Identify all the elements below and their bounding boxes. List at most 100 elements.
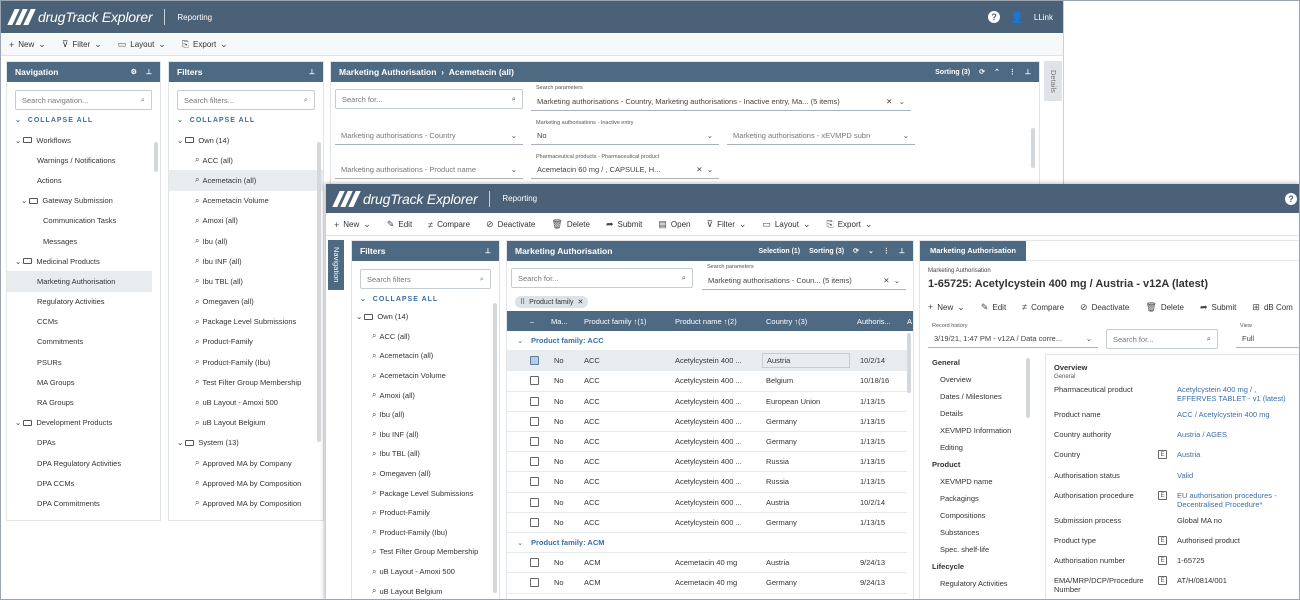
field-value[interactable]: ACC / Acetylcystein 400 mg [1177, 410, 1297, 419]
user-name[interactable]: LLink [1034, 13, 1053, 22]
row-checkbox[interactable] [530, 558, 539, 568]
filter-item[interactable]: ⌕ Acemetacin Volume [169, 191, 323, 211]
table-row[interactable]: No ACC Acetylcystein 400 ... Belgium 10/18/1… [507, 371, 907, 392]
sorting-button[interactable]: Sorting (3) [935, 69, 970, 76]
record-history-select[interactable]: 3/19/21, 1:47 PM - v12A / Data corre... ⌄ [928, 328, 1098, 348]
side-item[interactable]: Editing [940, 443, 963, 452]
row-checkbox[interactable] [530, 416, 539, 426]
col-header[interactable]: Product family ↑(1) [584, 317, 647, 326]
nav-item[interactable]: Warnings / Notifications [7, 150, 152, 170]
row-checkbox[interactable] [530, 437, 539, 447]
filter-item[interactable]: ⌕ Ibu TBL (all) [352, 444, 499, 464]
row-checkbox[interactable] [530, 396, 539, 406]
filter-item[interactable]: ⌕ Test Filter Group Membership [169, 372, 323, 392]
filter-item[interactable]: ⌕ uB Layout - Amoxi 500 [169, 392, 323, 412]
row-checkbox[interactable] [530, 376, 539, 386]
search-params-select[interactable]: Marketing authorisations - Country, Mark… [531, 91, 911, 111]
nav-item[interactable]: PSURs [7, 352, 152, 372]
grid-scrollbar[interactable] [907, 333, 911, 393]
nav-item[interactable]: Commitments [7, 332, 152, 352]
grid-search-input[interactable]: Search for... ⌕ [511, 268, 693, 288]
deactivate-button[interactable]: ⊘ Deactivate [1072, 302, 1137, 313]
row-checkbox[interactable] [530, 477, 539, 487]
collapse-all-button[interactable]: ⌄ COLLAPSE ALL [7, 116, 160, 124]
filter-chip[interactable]: ⠿ Product family ✕ [515, 296, 589, 308]
table-row[interactable]: No ACM Acemetacin 40 mg Germany 9/24/13 [507, 573, 907, 594]
filter-item[interactable]: ⌕ Package Level Submissions [352, 483, 499, 503]
filter-scrollbar[interactable] [317, 142, 321, 442]
col-header[interactable]: Authoris... [857, 317, 891, 326]
refresh-icon[interactable]: ⟳ [979, 68, 985, 76]
nav-item[interactable]: Communication Tasks [7, 211, 152, 231]
field-value[interactable]: Austria [1177, 450, 1297, 459]
side-item[interactable]: Compositions [940, 511, 985, 520]
open-button[interactable]: ▤ Open [650, 219, 698, 230]
db-compare-button[interactable]: ⊞ dB Com [1244, 302, 1299, 313]
details-tab[interactable]: Details [1044, 61, 1062, 101]
user-icon[interactable]: 👤 [1010, 11, 1024, 24]
refresh-icon[interactable]: ⟳ [853, 247, 859, 255]
pin-icon[interactable]: ⊥ [1025, 68, 1031, 76]
row-checkbox[interactable] [530, 497, 539, 507]
filter-group-own[interactable]: ⌄ Own (14) [352, 307, 499, 327]
help-icon[interactable]: ? [1285, 192, 1297, 205]
compare-button[interactable]: ≠ Compare [1014, 302, 1072, 312]
delete-button[interactable]: 🗑 Delete [543, 219, 598, 230]
xevmpd-field[interactable]: Marketing authorisations - xEVMPD subn ⌄ [727, 125, 915, 145]
filter-item[interactable]: ⌕ ACC (all) [169, 150, 323, 170]
help-icon[interactable]: ? [988, 11, 1001, 23]
nav-item[interactable]: DPAs [7, 433, 152, 453]
filter-button[interactable]: ⊽ Filter ⌄ [698, 219, 754, 230]
side-item[interactable]: Substances [940, 528, 979, 537]
filter-item[interactable]: ⌕ Ibu INF (all) [169, 251, 323, 271]
filter-item[interactable]: ⌕ Product-Family (Ibu) [352, 523, 499, 543]
table-row[interactable]: No ACC Acetylcystein 600 ... Austria 10/2/14 [507, 493, 907, 513]
edit-field-icon[interactable]: E [1158, 536, 1167, 545]
export-button[interactable]: ⎘ Export ⌄ [819, 219, 881, 230]
inactive-field[interactable]: No ⌄ [531, 125, 719, 145]
filter-item[interactable]: ⌕ ACC (all) [352, 327, 499, 347]
edit-field-icon[interactable]: E [1158, 450, 1167, 460]
nav-item[interactable]: Actions [7, 170, 152, 190]
edit-field-icon[interactable]: E [1158, 576, 1167, 586]
detail-search-input[interactable]: Search for... ⌕ [1106, 329, 1218, 349]
deactivate-button[interactable]: ⊘ Deactivate [478, 219, 543, 230]
product-name-field[interactable]: Marketing authorisations - Product name ⌄ [335, 159, 523, 179]
side-item[interactable]: Packagings [940, 494, 979, 503]
filter-group-own[interactable]: ⌄ Own (14) [169, 130, 323, 150]
edit-field-icon[interactable]: E [1158, 490, 1167, 500]
nav-item[interactable]: ⌄ Medicinal Products [7, 251, 152, 271]
filter-item[interactable]: ⌕ Product-Family [352, 503, 499, 523]
nav-item[interactable]: DPA CCMs [7, 473, 152, 493]
table-row[interactable]: No ACC Acetylcystein 400 ... Austria 10/2/14 [507, 351, 907, 372]
filter-item[interactable]: ⌕ Omegaven (all) [169, 292, 323, 312]
row-checkbox[interactable] [530, 457, 539, 467]
side-item[interactable]: Spec. shelf-life [940, 545, 989, 554]
export-button[interactable]: ⎘ Export ⌄ [174, 39, 236, 50]
field-value[interactable]: EU authorisation procedures - Decentrali… [1177, 491, 1297, 509]
submit-button[interactable]: ➦ Submit [598, 219, 650, 230]
submit-button[interactable]: ➦ Submit [1192, 302, 1244, 313]
group-row[interactable]: ⌄ Product family: ACC [507, 331, 907, 352]
filters-search[interactable]: Search filters... ⌕ [177, 90, 315, 110]
table-row[interactable]: No ACM Acemetacin 40 mg Austria 9/24/13 [507, 553, 907, 574]
nav-item[interactable]: ⌄ Development Products [7, 413, 152, 433]
layout-button[interactable]: ▭ Layout ⌄ [754, 219, 818, 230]
filter-scrollbar[interactable] [493, 303, 497, 593]
pin-icon[interactable]: ⊥ [309, 68, 315, 76]
filter-item-selected[interactable]: ⌕ Acemetacin (all) [169, 170, 323, 191]
edit-button[interactable]: ✎ Edit [973, 302, 1014, 313]
selection-button[interactable]: Selection (1) [759, 248, 801, 255]
nav-item[interactable]: RA Groups [7, 392, 152, 412]
nav-item[interactable]: DPA Regulatory Activities [7, 453, 152, 473]
new-button[interactable]: + New ⌄ [1, 39, 54, 50]
filter-item[interactable]: ⌕ Acemetacin Volume [352, 366, 499, 386]
pharma-field[interactable]: Acemetacin 60 mg / , CAPSULE, H... ✕ ⌄ [531, 159, 719, 179]
layout-button[interactable]: ▭ Layout ⌄ [110, 39, 174, 50]
pin-icon[interactable]: ⊥ [146, 68, 152, 76]
row-checkbox[interactable] [530, 578, 539, 588]
col-header[interactable]: A [907, 317, 912, 326]
field-value[interactable]: Valid [1177, 471, 1297, 480]
table-row[interactable]: No ACC Acetylcystein 400 ... Russia 1/13/15 [507, 472, 907, 493]
edit-button[interactable]: ✎ Edit [379, 219, 420, 230]
